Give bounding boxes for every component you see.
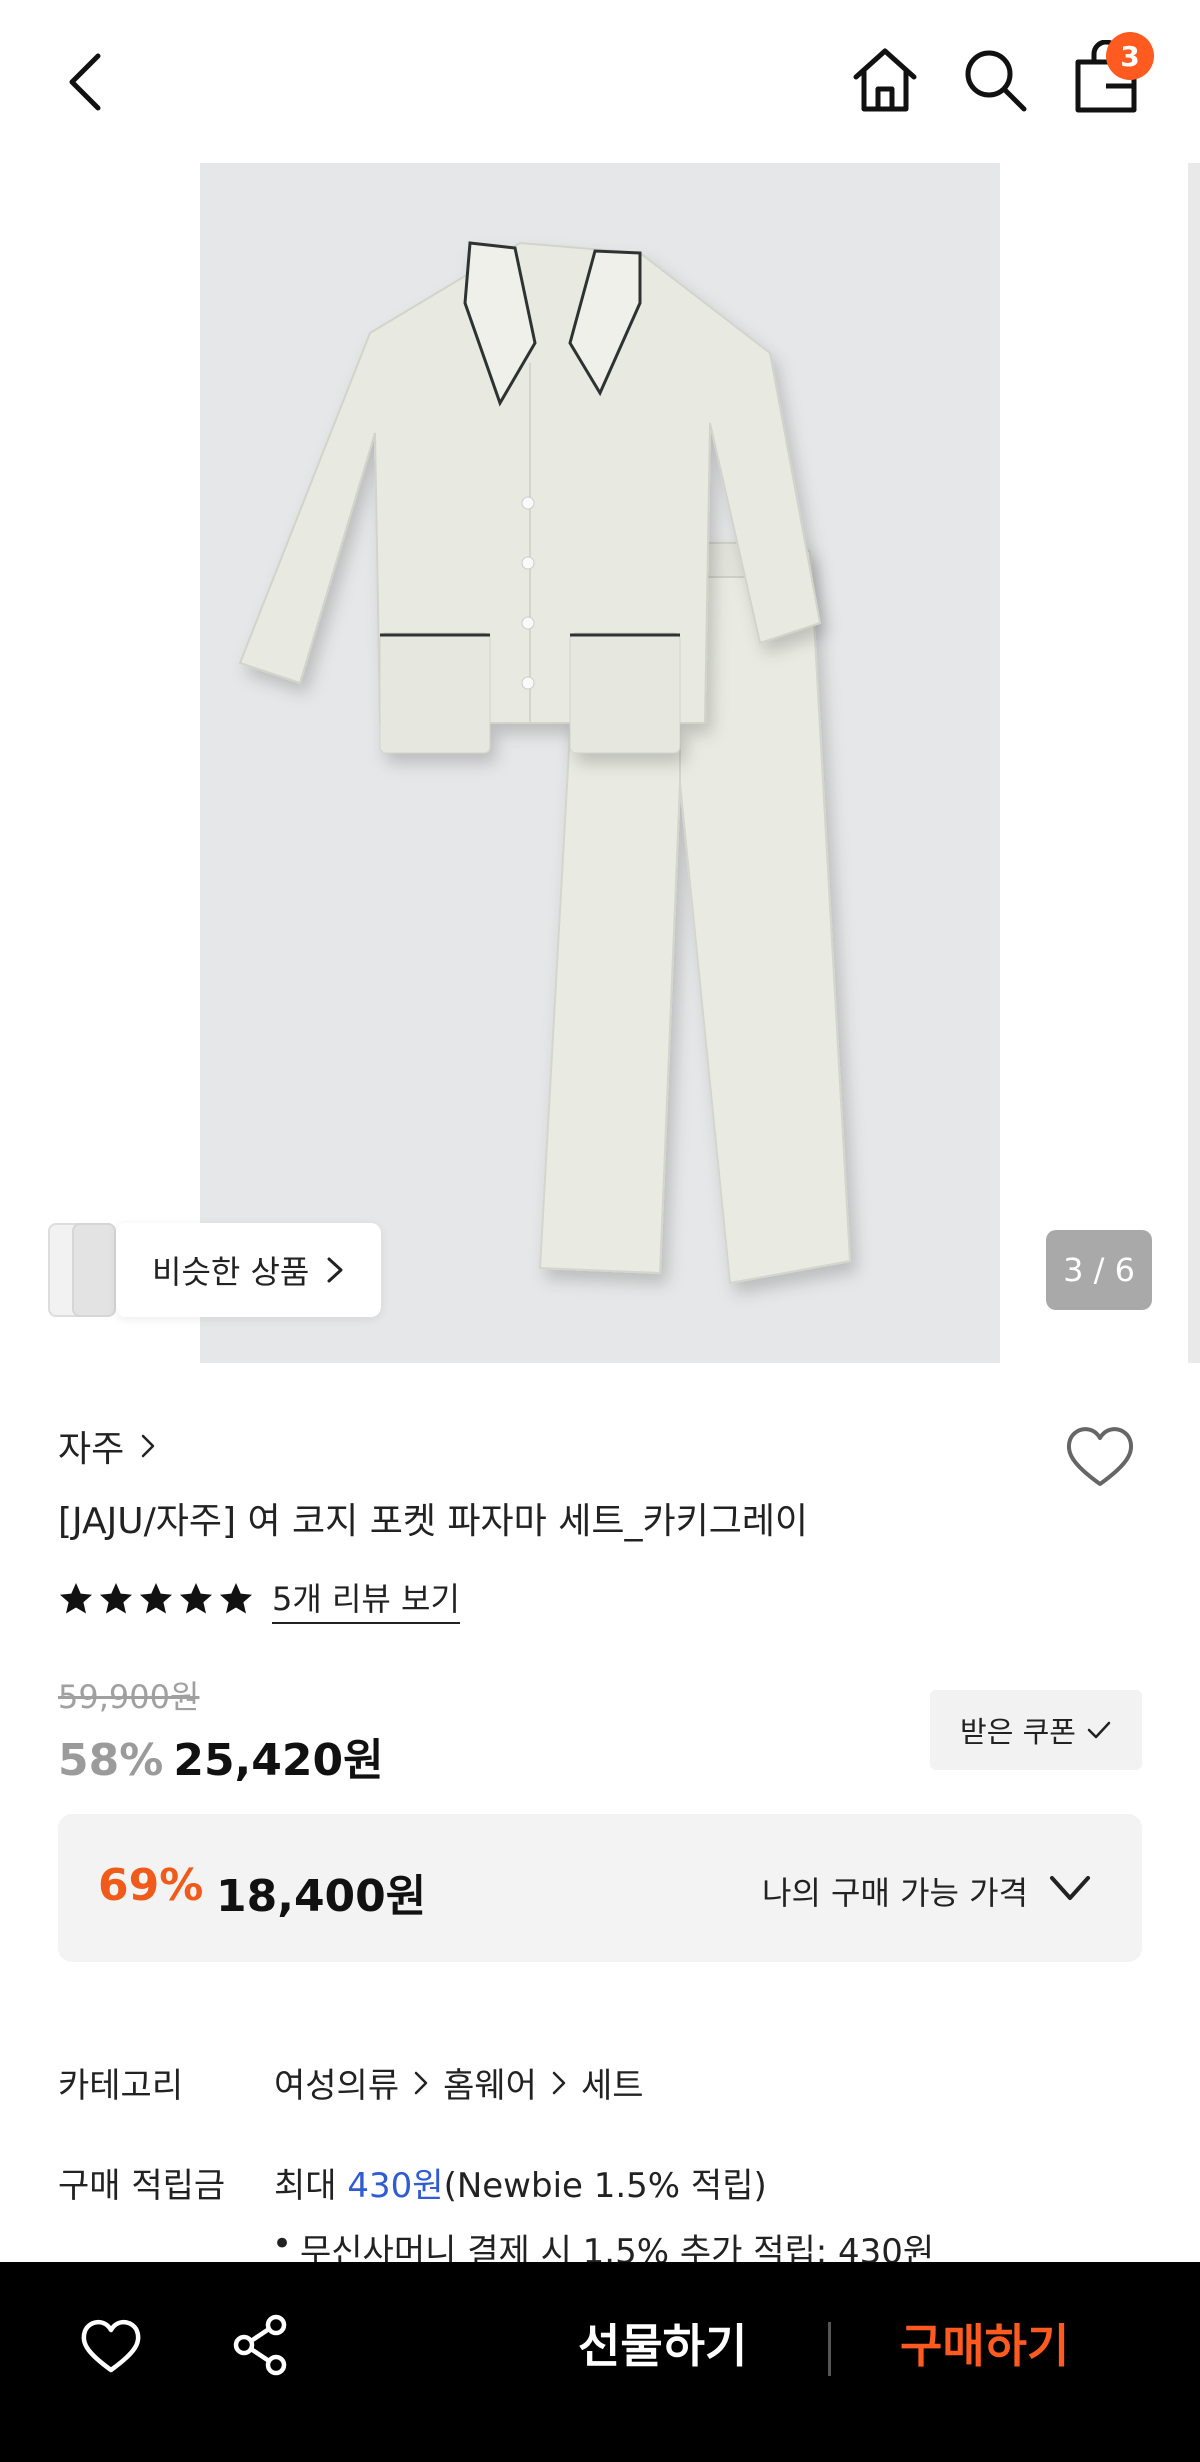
brand-link[interactable]: 자주: [58, 1420, 156, 1472]
divider: [828, 2322, 831, 2376]
chevron-down-icon[interactable]: [1048, 1870, 1092, 1906]
original-price: 59,900원: [58, 1678, 200, 1716]
search-icon[interactable]: [962, 47, 1028, 113]
rating-row: 5개 리뷰 보기: [58, 1574, 460, 1624]
chevron-right-icon: [327, 1257, 343, 1283]
similar-thumbnails: [48, 1223, 116, 1317]
heart-icon[interactable]: [80, 2318, 142, 2374]
category-item[interactable]: 여성의류: [274, 2058, 399, 2107]
received-coupon-button[interactable]: 받은 쿠폰: [930, 1690, 1142, 1770]
discount-percent: 58%: [58, 1735, 164, 1786]
product-title: [JAJU/자주] 여 코지 포켓 파자마 세트_카키그레이: [58, 1501, 809, 1542]
category-key: 카테고리: [58, 2066, 184, 2106]
points-amount: 430원: [347, 2166, 444, 2206]
points-suffix: (Newbie 1.5% 적립): [443, 2166, 767, 2206]
star-rating: [58, 1581, 254, 1617]
sale-price-row: 58% 25,420원: [58, 1724, 384, 1788]
star-icon: [100, 1583, 132, 1614]
review-link[interactable]: 5개 리뷰 보기: [272, 1574, 460, 1624]
gift-button[interactable]: 선물하기: [578, 2310, 747, 2376]
share-icon[interactable]: [232, 2314, 288, 2376]
chevron-left-icon[interactable]: [58, 48, 118, 116]
pajama-illustration: [238, 241, 852, 1285]
coupon-label: 받은 쿠폰: [960, 1715, 1076, 1749]
star-icon: [180, 1583, 212, 1614]
category-breadcrumb: 여성의류 홈웨어 세트: [274, 2058, 644, 2107]
my-price-amount: 18,400원: [216, 1871, 427, 1922]
buy-button[interactable]: 구매하기: [900, 2310, 1069, 2376]
image-page-indicator: 3 / 6: [1046, 1230, 1152, 1310]
my-price-label: 나의 구매 가능 가격: [762, 1874, 1029, 1912]
next-image-peek: [1188, 163, 1200, 1363]
points-prefix: 최대: [274, 2166, 348, 2206]
similar-products-button[interactable]: 비슷한 상품: [116, 1223, 382, 1317]
similar-products-label: 비슷한 상품: [152, 1253, 310, 1291]
star-icon: [140, 1583, 172, 1614]
category-item[interactable]: 세트: [581, 2058, 644, 2107]
chevron-right-icon: [414, 2071, 428, 2094]
check-icon: [1087, 1721, 1111, 1739]
star-icon: [60, 1583, 92, 1614]
chevron-right-icon: [142, 1434, 155, 1458]
bottom-action-bar: 선물하기 구매하기: [0, 2262, 1200, 2462]
category-item[interactable]: 홈웨어: [443, 2058, 537, 2107]
star-icon: [220, 1583, 252, 1614]
points-value: 최대 430원 (Newbie 1.5% 적립): [274, 2158, 767, 2207]
heart-icon[interactable]: [1064, 1424, 1136, 1488]
my-price-percent: 69%: [98, 1860, 204, 1911]
product-image[interactable]: [200, 163, 1000, 1363]
points-key: 구매 적립금: [58, 2166, 226, 2206]
sale-price: 25,420원: [173, 1735, 384, 1786]
my-price-panel[interactable]: 69% 18,400원 나의 구매 가능 가격: [58, 1814, 1142, 1962]
home-icon[interactable]: [850, 45, 920, 115]
top-bar: 3: [0, 0, 1200, 160]
product-gallery[interactable]: [0, 163, 1200, 1363]
similar-products[interactable]: 비슷한 상품: [48, 1223, 382, 1317]
brand-name: 자주: [58, 1429, 125, 1470]
chevron-right-icon: [552, 2071, 566, 2094]
cart-count-badge: 3: [1106, 32, 1154, 80]
